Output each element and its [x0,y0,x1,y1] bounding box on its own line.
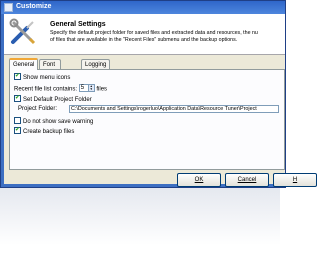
cancel-button-label: Cancel [237,177,257,183]
create-backup-checkbox[interactable]: ✔ [14,127,21,134]
help-button-label: H [292,177,298,183]
header-description: Specify the default project folder for s… [50,30,286,44]
create-backup-row[interactable]: ✔ Create backup files [14,127,75,136]
show-menu-icons-row[interactable]: ✔ Show menu icons [14,73,71,82]
customize-dialog: Customize General Settings Specify the d… [0,0,317,188]
title-bar[interactable]: Customize [1,1,285,14]
ok-button-label: OK [194,177,204,183]
tab-general[interactable]: General [9,58,39,70]
set-default-folder-row[interactable]: ✔ Set Default Project Folder [14,95,92,104]
window-title: Customize [16,3,52,10]
set-default-folder-label: Set Default Project Folder [23,97,92,104]
spinner-arrows-icon[interactable]: ▲ ▼ [87,85,94,91]
no-save-warning-row[interactable]: Do not show save warning [14,117,94,126]
header-description-line: Specify the default project folder for s… [50,30,258,36]
window-reflection [0,188,280,270]
create-backup-label: Create backup files [23,129,75,136]
header-description-line: of files that are available in the "Rece… [50,37,238,43]
recent-files-spinner[interactable]: 5 ▲ ▼ [78,84,95,92]
general-tab-panel: ✔ Show menu icons Recent file list contai… [9,69,285,170]
customize-window-icon [4,3,13,12]
header-title: General Settings [50,21,106,28]
recent-files-row: Recent file list contains: 5 ▲ ▼ files [14,84,108,94]
no-save-warning-checkbox[interactable] [14,117,21,124]
dialog-client-area: General Settings Specify the default pro… [4,14,317,187]
recent-files-value: 5 [80,85,85,91]
no-save-warning-label: Do not show save warning [23,119,94,126]
dialog-header: General Settings Specify the default pro… [4,14,285,55]
show-menu-icons-checkbox[interactable]: ✔ [14,73,21,80]
help-button[interactable]: H [273,173,317,187]
project-folder-input[interactable]: C:\Documents and Settings\rogerluo\Appli… [69,105,279,113]
tab-font-and-color[interactable]: Font and Color [39,59,62,88]
ok-button[interactable]: OK [177,173,221,187]
recent-files-unit: files [96,86,108,93]
show-menu-icons-label: Show menu icons [23,75,71,82]
screwdriver-wrench-icon [9,18,36,45]
set-default-folder-checkbox[interactable]: ✔ [14,95,21,102]
recent-files-label: Recent file list contains: [14,86,78,93]
tab-logging[interactable]: Logging [81,59,111,69]
project-folder-label: Project Folder: [18,106,58,112]
cancel-button[interactable]: Cancel [225,173,269,187]
